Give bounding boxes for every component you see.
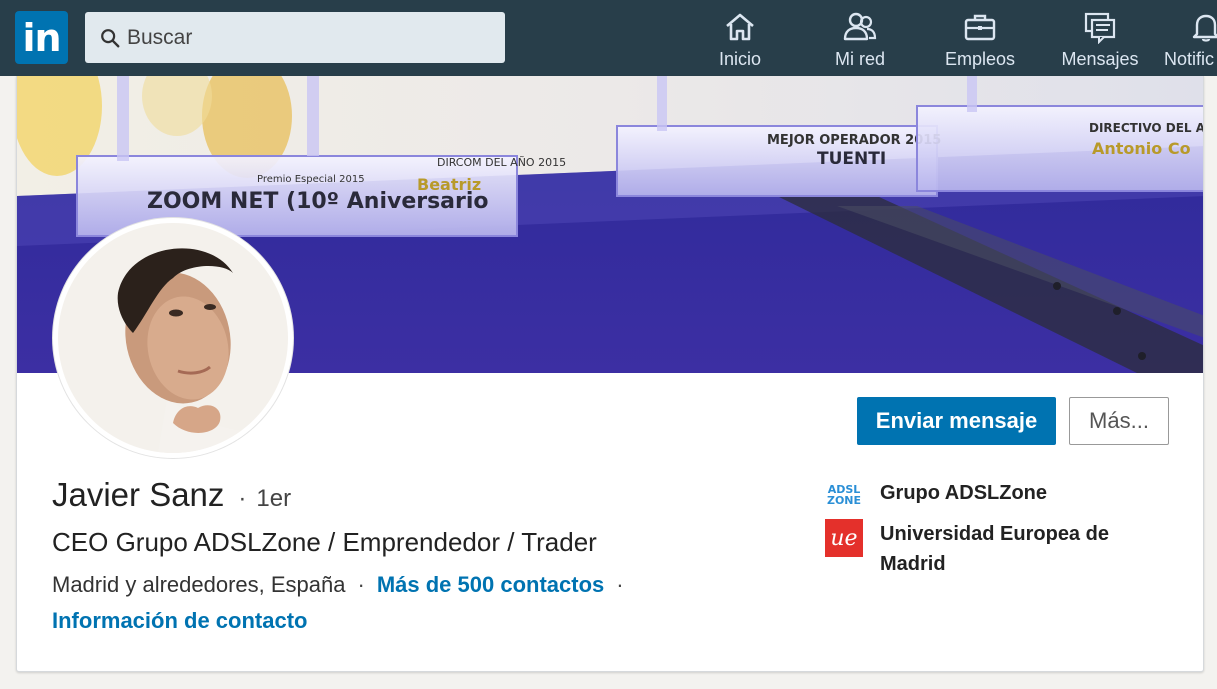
nav-label: Inicio (718, 49, 762, 69)
home-icon (726, 13, 754, 41)
svg-text:Beatriz: Beatriz (417, 175, 481, 194)
profile-location: Madrid y alrededores, España (52, 572, 346, 597)
universidad-europea-logo: ue (825, 519, 863, 557)
location-row: Madrid y alrededores, España · Más de 50… (52, 572, 636, 598)
profile-card: ZOOM NET (10º Aniversario Premio Especia… (16, 76, 1204, 672)
nav-label: Notific (1164, 49, 1215, 69)
name-separator: · (238, 485, 247, 512)
connection-degree: 1er (256, 485, 292, 512)
nav-label: Mensajes (1061, 49, 1139, 69)
adslzone-logo: ADSL ZONE (825, 478, 863, 516)
org-name: Grupo ADSLZone (880, 482, 1048, 504)
nav-label: Empleos (944, 49, 1016, 69)
search-icon (101, 28, 120, 47)
nav-item-notificaciones[interactable]: Notific (1153, 10, 1217, 70)
nav-label: Mi red (834, 49, 885, 69)
location-separator: · (357, 572, 365, 597)
nav-item-mi-red[interactable]: Mi red (805, 10, 915, 70)
people-icon (843, 12, 877, 41)
nav-item-inicio[interactable]: Inicio (685, 10, 795, 70)
search-bar[interactable] (85, 12, 505, 63)
ue-logo-text: ue (825, 519, 863, 557)
adslzone-logo-text: ADSL ZONE (826, 483, 862, 507)
send-message-button[interactable]: Enviar mensaje (857, 397, 1056, 445)
profile-name: Javier Sanz (52, 476, 225, 513)
nav-item-empleos[interactable]: Empleos (925, 10, 1035, 70)
messages-icon (1084, 12, 1116, 44)
svg-text:DIRCOM DEL AÑO 2015: DIRCOM DEL AÑO 2015 (437, 156, 566, 169)
connections-link[interactable]: Más de 500 contactos (377, 572, 604, 598)
svg-text:TUENTI: TUENTI (817, 149, 886, 169)
profile-headline: CEO Grupo ADSLZone / Emprendedor / Trade… (52, 527, 597, 557)
profile-avatar[interactable] (53, 218, 293, 458)
profile-name-row: Javier Sanz · 1er (52, 476, 291, 514)
briefcase-icon (964, 14, 996, 41)
svg-text:Premio Especial 2015: Premio Especial 2015 (257, 174, 365, 185)
svg-text:MEJOR OPERADOR 2015: MEJOR OPERADOR 2015 (767, 133, 941, 148)
connections-separator: · (616, 572, 624, 597)
org-item-grupo-adslzone[interactable]: ADSL ZONE Grupo ADSLZone (825, 478, 1130, 516)
org-item-universidad-europea[interactable]: ue Universidad Europea de Madrid (825, 519, 1130, 579)
search-input[interactable] (127, 25, 467, 50)
more-actions-button[interactable]: Más... (1069, 397, 1169, 445)
svg-text:DIRECTIVO DEL A: DIRECTIVO DEL A (1089, 121, 1204, 135)
top-nav-bar: in Inicio Mi red Empleos (0, 0, 1217, 76)
linkedin-logo[interactable]: in (15, 11, 68, 64)
svg-text:Antonio Co: Antonio Co (1092, 139, 1191, 158)
contact-info-link[interactable]: Información de contacto (52, 608, 307, 634)
nav-item-mensajes[interactable]: Mensajes (1045, 10, 1155, 70)
org-name: Universidad Europea de Madrid (880, 523, 1109, 575)
bell-icon (1192, 14, 1217, 42)
